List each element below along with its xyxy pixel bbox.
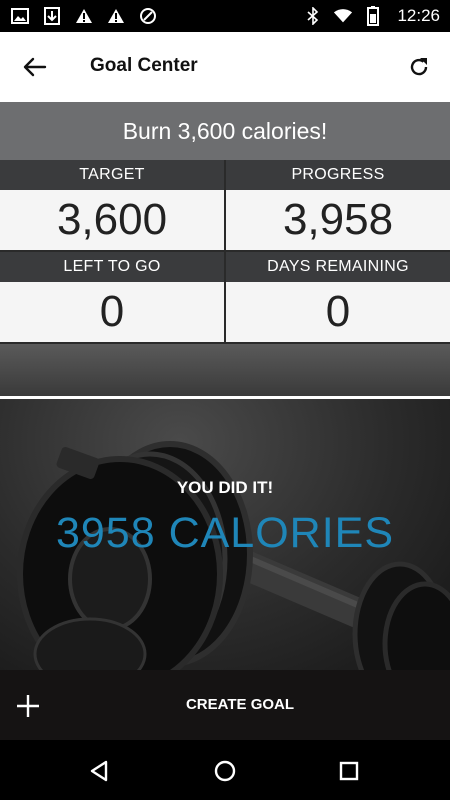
home-circle-icon [214,760,236,782]
download-icon [42,6,62,26]
dumbbell-image [17,441,450,670]
battery-icon [363,6,383,26]
success-headline: YOU DID IT! [176,478,274,497]
days-remaining-value: 0 [226,282,450,342]
goal-header: Burn 3,600 calories! [0,102,450,160]
create-goal-button[interactable]: CREATE GOAL [0,696,450,713]
alert-icon [106,6,126,26]
refresh-button[interactable] [404,52,434,82]
achievement-banner: YOU DID IT! 3958 CALORIES [0,344,450,670]
nav-recents-button[interactable] [334,756,364,786]
wifi-icon [333,6,353,26]
refresh-icon [410,58,428,76]
nav-back-button[interactable] [84,756,114,786]
page-title: Goal Center [90,55,198,76]
target-value: 3,600 [0,190,224,250]
back-triangle-icon [90,760,108,782]
target-label: TARGET [0,160,224,190]
recents-square-icon [339,761,359,781]
bottom-action-bar: CREATE GOAL [0,670,450,740]
goal-stats: TARGET PROGRESS 3,600 3,958 LEFT TO GO D… [0,160,450,344]
bluetooth-icon [303,6,323,26]
left-to-go-label: LEFT TO GO [0,252,224,282]
arrow-left-icon [23,57,47,77]
progress-label: PROGRESS [226,160,450,190]
status-bar: 12:26 [0,0,450,32]
days-remaining-label: DAYS REMAINING [226,252,450,282]
image-icon [10,6,30,26]
alert-icon [74,6,94,26]
clock: 12:26 [397,6,440,25]
calories-result: 3958 CALORIES [55,509,395,557]
system-icons: 12:26 [303,6,440,26]
progress-value: 3,958 [226,190,450,250]
nav-home-button[interactable] [210,756,240,786]
navigation-bar [0,740,450,800]
left-to-go-value: 0 [0,282,224,342]
app-bar: Goal Center [0,32,450,102]
notification-icons [10,6,158,26]
no-sim-icon [138,6,158,26]
back-button[interactable] [18,52,52,82]
